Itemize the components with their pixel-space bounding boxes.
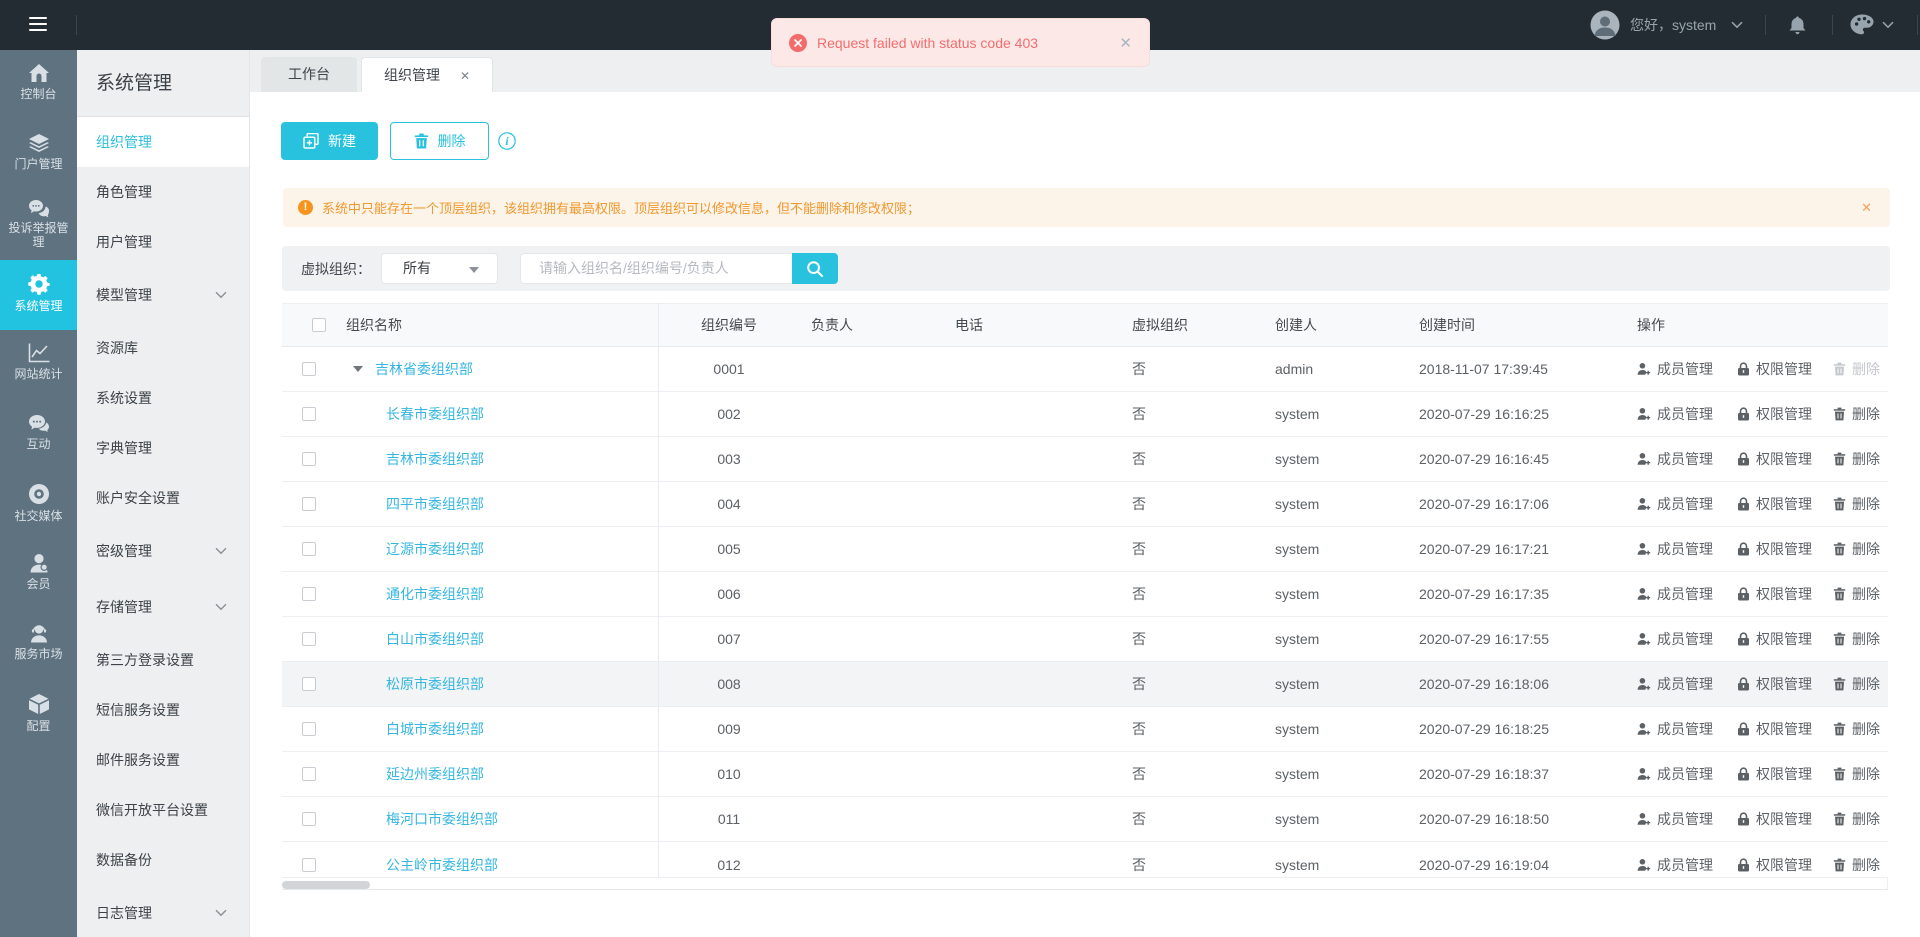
svg-text:i: i [505, 136, 509, 148]
